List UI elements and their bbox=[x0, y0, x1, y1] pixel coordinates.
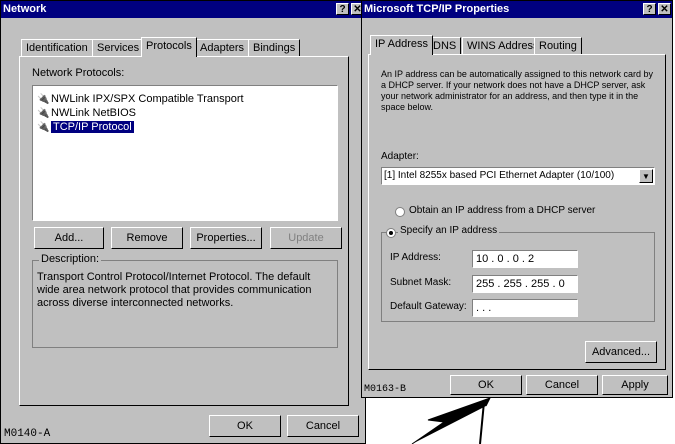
figure-code-left: M0140-A bbox=[4, 428, 51, 440]
help-button[interactable]: ? bbox=[643, 3, 656, 15]
tab-services[interactable]: Services bbox=[92, 39, 145, 56]
cancel-button[interactable]: Cancel bbox=[287, 415, 359, 437]
subnet-mask-label: Subnet Mask: bbox=[390, 277, 452, 288]
tab-bindings[interactable]: Bindings bbox=[248, 39, 301, 56]
help-button[interactable]: ? bbox=[336, 3, 349, 15]
list-item[interactable]: 🔌 NWLink NetBIOS bbox=[37, 106, 136, 120]
apply-button[interactable]: Apply bbox=[602, 375, 668, 395]
specify-ip-label[interactable]: Specify an IP address bbox=[398, 225, 500, 236]
description-label: Description: bbox=[39, 253, 102, 265]
ok-button[interactable]: OK bbox=[209, 415, 281, 437]
ip-address-field[interactable]: 10 . 0 . 0 . 2 bbox=[472, 250, 578, 268]
adapter-value: [1] Intel 8255x based PCI Ethernet Adapt… bbox=[384, 170, 615, 181]
update-button[interactable]: Update bbox=[270, 227, 342, 249]
arrow-outline bbox=[411, 398, 491, 444]
default-gateway-field[interactable]: . . . bbox=[472, 299, 578, 317]
adapter-select[interactable]: [1] Intel 8255x based PCI Ethernet Adapt… bbox=[381, 167, 655, 185]
tcpip-properties-dialog: Microsoft TCP/IP Properties ? ✕ IP Addre… bbox=[361, 0, 673, 398]
description-text: Transport Control Protocol/Internet Prot… bbox=[37, 271, 312, 309]
network-title-bar[interactable]: Network ? ✕ bbox=[1, 1, 365, 18]
network-dialog: Network ? ✕ Identification Services Prot… bbox=[0, 0, 366, 444]
tab-wins-address[interactable]: WINS Address bbox=[462, 37, 544, 54]
cancel-button[interactable]: Cancel bbox=[526, 375, 598, 395]
tab-adapters[interactable]: Adapters bbox=[195, 39, 250, 56]
specify-ip-group: Specify an IP address IP Address: 10 . 0… bbox=[381, 225, 655, 322]
tab-identification[interactable]: Identification bbox=[21, 39, 93, 56]
protocols-list[interactable]: 🔌 NWLink IPX/SPX Compatible Transport 🔌 NW… bbox=[32, 85, 338, 221]
description-group: Description: Transport Control Protocol/… bbox=[32, 253, 338, 348]
properties-button[interactable]: Properties... bbox=[190, 227, 262, 249]
network-protocol-icon: 🔌 bbox=[37, 122, 50, 133]
connector-arrow-graphic bbox=[411, 398, 491, 444]
dhcp-radio[interactable] bbox=[395, 207, 405, 217]
tab-routing[interactable]: Routing bbox=[534, 37, 582, 54]
add-button[interactable]: Add... bbox=[34, 227, 104, 249]
dhcp-radio-label[interactable]: Obtain an IP address from a DHCP server bbox=[409, 205, 595, 216]
network-protocol-icon: 🔌 bbox=[37, 108, 50, 119]
network-title: Network bbox=[3, 3, 47, 15]
chevron-down-icon[interactable]: ▼ bbox=[639, 169, 653, 183]
tcpip-title: Microsoft TCP/IP Properties bbox=[364, 3, 510, 15]
network-protocol-icon: 🔌 bbox=[37, 94, 50, 105]
tab-protocols[interactable]: Protocols bbox=[141, 37, 197, 57]
tab-ip-address[interactable]: IP Address bbox=[370, 35, 433, 55]
protocols-label: Network Protocols: bbox=[32, 67, 125, 79]
tcpip-title-bar[interactable]: Microsoft TCP/IP Properties ? ✕ bbox=[362, 1, 672, 18]
remove-button[interactable]: Remove bbox=[111, 227, 183, 249]
ok-button[interactable]: OK bbox=[450, 375, 522, 395]
figure-code-right: M0163-B bbox=[364, 384, 407, 395]
subnet-mask-field[interactable]: 255 . 255 . 255 . 0 bbox=[472, 275, 578, 293]
list-item[interactable]: 🔌 TCP/IP Protocol bbox=[37, 120, 134, 134]
list-item[interactable]: 🔌 NWLink IPX/SPX Compatible Transport bbox=[37, 92, 244, 106]
default-gateway-label: Default Gateway: bbox=[390, 301, 467, 312]
protocols-panel: Network Protocols: 🔌 NWLink IPX/SPX Compa… bbox=[19, 56, 349, 406]
intro-text: An IP address can be automatically assig… bbox=[381, 69, 653, 112]
ip-address-panel: An IP address can be automatically assig… bbox=[368, 54, 666, 370]
close-button[interactable]: ✕ bbox=[658, 3, 671, 15]
advanced-button[interactable]: Advanced... bbox=[585, 341, 657, 363]
adapter-label: Adapter: bbox=[381, 151, 419, 162]
specify-ip-radio[interactable] bbox=[386, 228, 396, 238]
ip-address-label: IP Address: bbox=[390, 252, 441, 263]
